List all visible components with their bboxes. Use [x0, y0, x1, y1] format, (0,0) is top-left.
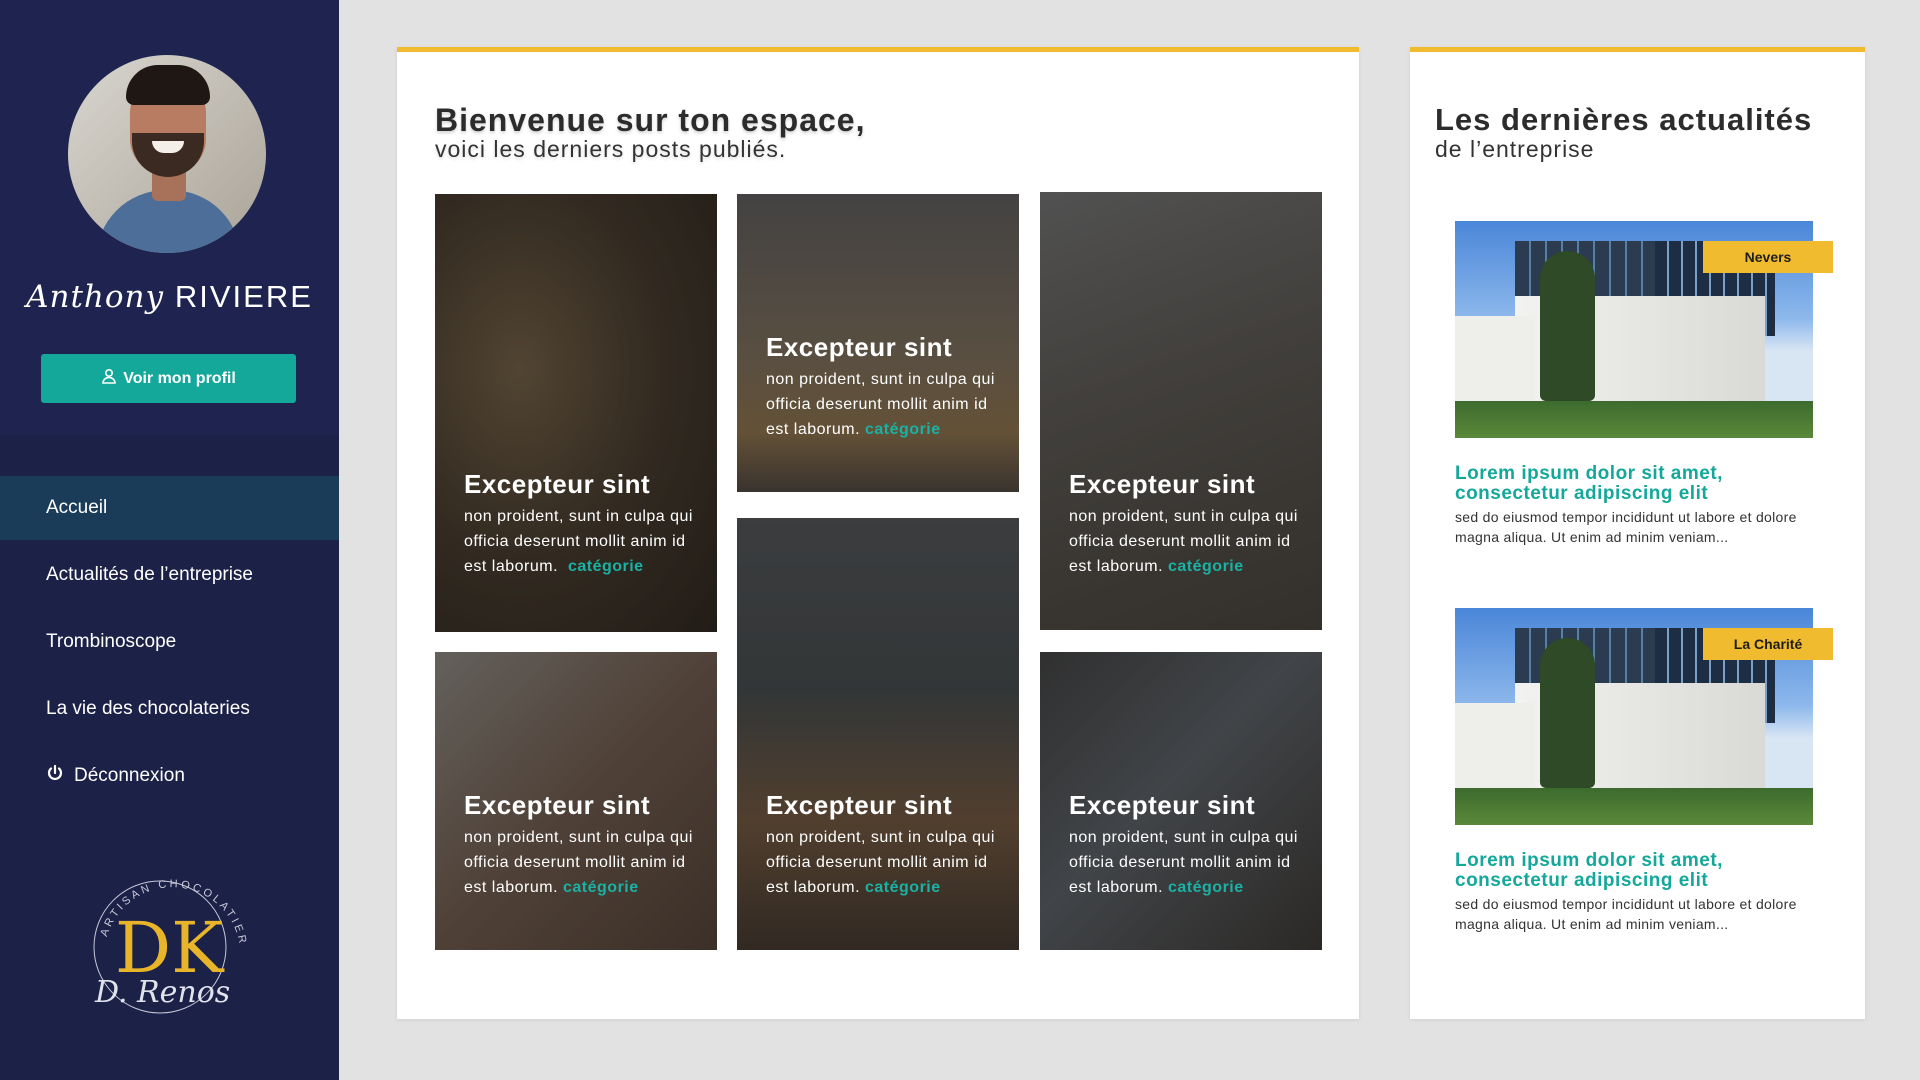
post-card[interactable]: Excepteur sint non proident, sunt in cul… [1040, 652, 1322, 950]
nav-item-label: Déconnexion [74, 765, 185, 786]
news-excerpt: sed do eiusmod tempor incididunt ut labo… [1455, 896, 1797, 932]
post-card[interactable]: Excepteur sint non proident, sunt in cul… [1040, 192, 1322, 630]
user-first-name: Anthony [26, 279, 165, 315]
post-card[interactable]: Excepteur sint non proident, sunt in cul… [435, 194, 717, 632]
avatar[interactable] [68, 55, 266, 253]
post-title: Excepteur sint [766, 332, 953, 362]
news-item[interactable]: Nevers Lorem ipsum dolor sit amet, conse… [1455, 221, 1835, 547]
brand-logo: ARTISAN CHOCOLATIER DK D. Renos [65, 852, 275, 1022]
news-item[interactable]: La Charité Lorem ipsum dolor sit amet, c… [1455, 608, 1835, 934]
nav-item-deconnexion[interactable]: Déconnexion [0, 744, 339, 808]
user-icon [101, 368, 117, 389]
power-icon [46, 764, 74, 788]
news-location-badge: Nevers [1703, 241, 1833, 273]
news-headline[interactable]: Lorem ipsum dolor sit amet, consectetur … [1455, 851, 1835, 891]
main-nav: Accueil Actualités de l’entreprise Tromb… [0, 476, 339, 811]
nav-item-label: Trombinoscope [46, 631, 177, 652]
nav-item-label: La vie des chocolateries [46, 698, 250, 719]
nav-item-actualites[interactable]: Actualités de l’entreprise [0, 543, 339, 607]
nav-item-chocolateries[interactable]: La vie des chocolateries [0, 677, 339, 741]
nav-item-label: Accueil [46, 497, 108, 518]
posts-panel: Bienvenue sur ton espace, voici les dern… [397, 47, 1359, 1019]
user-name: Anthony RIVIERE [0, 279, 339, 315]
nav-item-label: Actualités de l’entreprise [46, 564, 253, 585]
post-title: Excepteur sint [1069, 790, 1256, 820]
logo-signature: D. Renos [94, 975, 230, 1010]
post-title: Excepteur sint [464, 790, 651, 820]
profile-section: Anthony RIVIERE Voir mon profil [0, 0, 339, 435]
view-profile-label: Voir mon profil [123, 369, 236, 387]
nav-item-accueil[interactable]: Accueil [0, 476, 339, 540]
news-title: Les dernières actualités [1435, 102, 1813, 137]
news-location-badge: La Charité [1703, 628, 1833, 660]
post-category[interactable]: catégorie [563, 879, 639, 896]
news-excerpt: sed do eiusmod tempor incididunt ut labo… [1455, 509, 1797, 545]
news-panel: Les dernières actualités de l’entreprise… [1410, 47, 1865, 1019]
post-card[interactable]: Excepteur sint non proident, sunt in cul… [737, 518, 1019, 950]
news-headline[interactable]: Lorem ipsum dolor sit amet, consectetur … [1455, 464, 1835, 504]
post-title: Excepteur sint [766, 790, 953, 820]
news-subtitle: de l’entreprise [1435, 136, 1595, 162]
post-category[interactable]: catégorie [1168, 879, 1244, 896]
page-subtitle: voici les derniers posts publiés. [435, 136, 787, 162]
post-title: Excepteur sint [464, 469, 651, 499]
post-card[interactable]: Excepteur sint non proident, sunt in cul… [737, 194, 1019, 492]
user-last-name: RIVIERE [174, 279, 313, 314]
post-card[interactable]: Excepteur sint non proident, sunt in cul… [435, 652, 717, 950]
post-category[interactable]: catégorie [568, 558, 644, 575]
post-category[interactable]: catégorie [865, 879, 941, 896]
page-title: Bienvenue sur ton espace, [435, 102, 866, 138]
nav-item-trombinoscope[interactable]: Trombinoscope [0, 610, 339, 674]
post-category[interactable]: catégorie [1168, 558, 1244, 575]
post-title: Excepteur sint [1069, 469, 1256, 499]
post-category[interactable]: catégorie [865, 421, 941, 438]
view-profile-button[interactable]: Voir mon profil [41, 354, 296, 403]
sidebar: Anthony RIVIERE Voir mon profil Accueil … [0, 0, 339, 1080]
